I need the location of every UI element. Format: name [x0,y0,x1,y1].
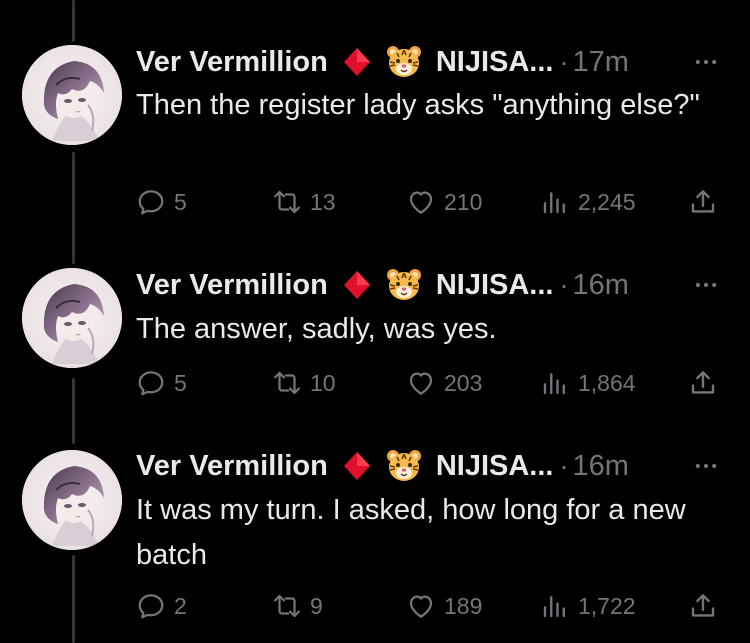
author-name[interactable]: Ver Vermillion [136,269,328,302]
red-diamond-icon [342,47,372,77]
retweet-count: 13 [310,188,336,215]
author-name[interactable]: Ver Vermillion [136,450,328,483]
timestamp[interactable]: 16m [572,450,628,483]
tweet-text: Then the register lady asks "anything el… [136,89,700,121]
separator: · [559,46,569,77]
timestamp[interactable]: 16m [572,269,628,302]
author-handle[interactable]: NIJISA... [436,450,554,483]
action-bar: 5 10 203 1,864 [136,363,726,403]
reply-icon [136,368,166,398]
reply-button[interactable]: 5 [136,182,187,222]
timestamp[interactable]: 17m [572,46,628,79]
retweet-icon [272,591,302,621]
retweet-count: 10 [310,369,336,396]
view-count: 1,722 [578,592,636,619]
red-diamond-icon [342,451,372,481]
action-bar: 2 9 189 1,722 [136,586,726,626]
tweet-text: It was my turn. I asked, how long for a … [136,494,686,571]
like-button[interactable]: 210 [406,182,482,222]
reply-button[interactable]: 5 [136,363,187,403]
reply-count: 5 [174,188,187,215]
share-button[interactable] [688,182,718,222]
heart-icon [406,591,436,621]
retweet-count: 9 [310,592,323,619]
action-bar: 5 13 210 2,245 [136,182,726,222]
heart-icon [406,368,436,398]
heart-icon [406,187,436,217]
more-button[interactable] [686,265,726,305]
tiger-face-icon [386,449,422,483]
tweet-header: Ver Vermillion NIJISA... · 17m [136,42,726,82]
views-button[interactable]: 1,722 [540,586,636,626]
retweet-icon [272,368,302,398]
reply-icon [136,591,166,621]
thread-line [72,555,75,643]
more-icon [692,271,720,299]
retweet-icon [272,187,302,217]
avatar[interactable] [22,268,122,368]
retweet-button[interactable]: 13 [272,182,336,222]
like-count: 189 [444,592,483,619]
separator: · [559,450,569,481]
more-icon [692,48,720,76]
tiger-face-icon [386,45,422,79]
tiger-face-icon [386,268,422,302]
red-diamond-icon [342,270,372,300]
author-handle[interactable]: NIJISA... [436,46,554,79]
more-button[interactable] [686,42,726,82]
views-icon [540,187,570,217]
tweet-header: Ver Vermillion NIJISA... · 16m [136,265,726,305]
author-handle[interactable]: NIJISA... [436,269,554,302]
share-icon [688,368,718,398]
share-button[interactable] [688,586,718,626]
tweet-header: Ver Vermillion NIJISA... · 16m [136,446,726,486]
reply-count: 5 [174,369,187,396]
view-count: 2,245 [578,188,636,215]
more-icon [692,452,720,480]
reply-icon [136,187,166,217]
avatar[interactable] [22,450,122,550]
thread-line [72,378,75,444]
more-button[interactable] [686,446,726,486]
share-button[interactable] [688,363,718,403]
separator: · [559,269,569,300]
tweet-text: The answer, sadly, was yes. [136,313,497,345]
like-button[interactable]: 189 [406,586,482,626]
author-name[interactable]: Ver Vermillion [136,46,328,79]
view-count: 1,864 [578,369,636,396]
retweet-button[interactable]: 10 [272,363,336,403]
views-button[interactable]: 2,245 [540,182,636,222]
like-count: 210 [444,188,483,215]
avatar[interactable] [22,45,122,145]
tweet[interactable]: Ver Vermillion NIJISA... · 17m Then the … [0,0,750,230]
views-button[interactable]: 1,864 [540,363,636,403]
reply-button[interactable]: 2 [136,586,187,626]
retweet-button[interactable]: 9 [272,586,323,626]
reply-count: 2 [174,592,187,619]
share-icon [688,187,718,217]
like-count: 203 [444,369,483,396]
share-icon [688,591,718,621]
views-icon [540,368,570,398]
like-button[interactable]: 203 [406,363,482,403]
views-icon [540,591,570,621]
